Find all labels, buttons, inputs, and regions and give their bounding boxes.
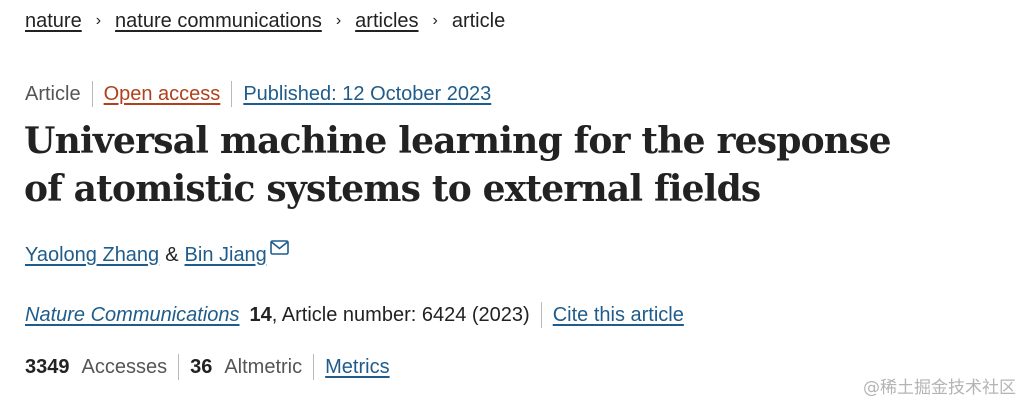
author-separator: & <box>165 243 179 266</box>
breadcrumb-nature-communications[interactable]: nature communications <box>115 10 322 33</box>
metrics-link[interactable]: Metrics <box>325 356 389 379</box>
accesses-count: 3349 <box>25 355 70 378</box>
altmetric-count: 36 <box>190 355 213 378</box>
altmetric-label: Altmetric <box>224 355 303 378</box>
open-access-link[interactable]: Open access <box>104 83 221 106</box>
author-bin-jiang[interactable]: Bin Jiang <box>185 244 267 267</box>
accesses-label: Accesses <box>81 355 168 378</box>
envelope-icon[interactable] <box>270 238 289 261</box>
chevron-right-icon: › <box>95 12 102 29</box>
breadcrumb-current: article <box>451 9 506 32</box>
author-list: Yaolong Zhang & Bin Jiang <box>25 238 289 270</box>
published-date-link[interactable]: Published: 12 October 2023 <box>243 83 491 106</box>
journal-volume: 14 <box>249 303 272 326</box>
article-type: Article <box>25 82 81 105</box>
breadcrumb-articles[interactable]: articles <box>355 10 418 33</box>
divider <box>91 81 93 107</box>
breadcrumb: nature › nature communications › article… <box>25 6 505 36</box>
article-title: Universal machine learning for the respo… <box>24 120 892 210</box>
author-yaolong-zhang[interactable]: Yaolong Zhang <box>25 244 159 267</box>
metrics-bar: 3349 Accesses 36 Altmetric Metrics <box>25 352 390 382</box>
breadcrumb-nature[interactable]: nature <box>25 10 82 33</box>
divider <box>231 81 233 107</box>
article-number: , Article number: 6424 (2023) <box>271 303 530 326</box>
chevron-right-icon: › <box>432 12 438 29</box>
divider <box>313 354 315 380</box>
divider <box>540 302 542 328</box>
citation-line: Nature Communications 14 , Article numbe… <box>25 300 684 330</box>
article-meta: Article Open access Published: 12 Octobe… <box>25 80 491 108</box>
journal-link[interactable]: Nature Communications <box>25 304 240 327</box>
divider <box>178 354 180 380</box>
cite-this-article-link[interactable]: Cite this article <box>553 304 684 327</box>
watermark: @稀土掘金技术社区 <box>863 378 1016 398</box>
chevron-right-icon: › <box>335 12 342 29</box>
